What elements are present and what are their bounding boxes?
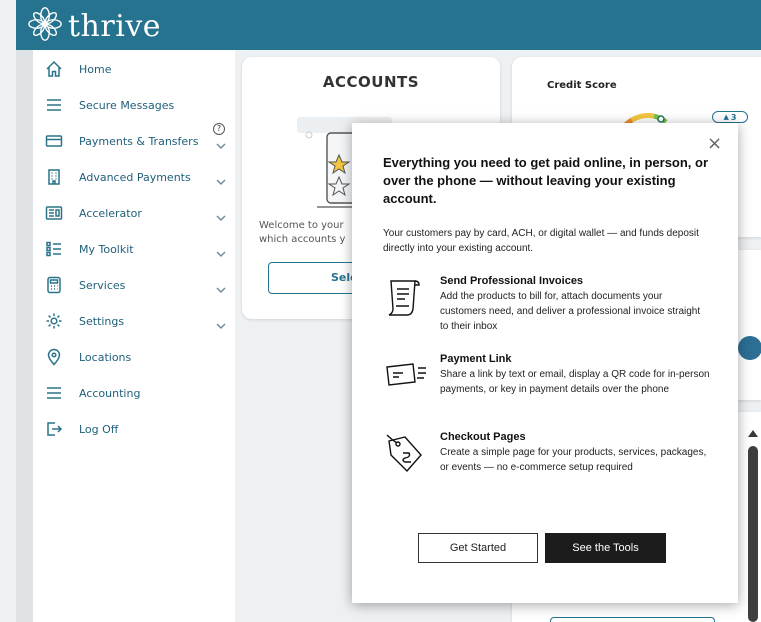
see-the-tools-button[interactable]: See the Tools [545, 533, 666, 563]
card-icon [45, 132, 63, 150]
feature-text: Share a link by text or email, display a… [440, 369, 710, 395]
chevron-down-icon [216, 172, 228, 185]
location-pin-icon [45, 348, 63, 366]
credit-score-title: Credit Score [547, 80, 617, 91]
price-tag-icon [383, 431, 427, 475]
gear-icon [45, 312, 63, 330]
notification-count: 3 [730, 112, 737, 122]
building-icon [45, 168, 63, 186]
modal-intro: Your customers pay by card, ACH, or digi… [383, 228, 699, 254]
app-header: thrive [16, 0, 761, 50]
feature-title: Send Professional Invoices [440, 275, 584, 287]
feature-text: Add the products to bill for, attach doc… [440, 291, 701, 332]
logout-icon [45, 420, 63, 438]
sidebar-item-accelerator[interactable]: Accelerator [33, 195, 252, 231]
sidebar-item-label: Advanced Payments [79, 170, 191, 184]
payment-card-icon [383, 353, 427, 397]
chat-icon[interactable] [738, 336, 761, 360]
feature-text: Create a simple page for your products, … [440, 447, 707, 473]
logo[interactable]: thrive [28, 6, 161, 46]
chevron-down-icon [216, 316, 228, 329]
bottom-button-edge[interactable] [550, 617, 715, 622]
notification-badge[interactable]: ▲ 3 [712, 111, 748, 123]
sidebar: Home Secure Messages Payments & Transfer… [33, 50, 252, 622]
flower-logo-icon [28, 7, 62, 45]
sidebar-item-label: Log Off [79, 422, 119, 436]
invoice-icon [383, 275, 427, 319]
menu-icon [45, 96, 63, 114]
sidebar-item-label: Accelerator [79, 206, 142, 220]
sidebar-item-label: My Toolkit [79, 242, 134, 256]
sidebar-item-label: Home [79, 62, 112, 76]
accounts-title: ACCOUNTS [322, 73, 420, 91]
calculator-icon [45, 276, 63, 294]
bell-icon: ▲ [723, 113, 729, 121]
sidebar-item-label: Locations [79, 350, 132, 364]
sidebar-item-services[interactable]: Services [33, 267, 252, 303]
sidebar-item-label: Payments & Transfers [79, 134, 199, 148]
menu-icon [45, 384, 63, 402]
sidebar-item-label: Settings [79, 314, 125, 328]
logo-text: thrive [68, 8, 162, 44]
help-icon[interactable]: ? [213, 123, 225, 135]
chevron-down-icon [216, 244, 228, 257]
scrollbar-thumb[interactable] [748, 446, 758, 622]
sidebar-item-home[interactable]: Home [33, 51, 252, 87]
chevron-down-icon [216, 280, 228, 293]
close-icon[interactable]: × [707, 133, 722, 154]
sidebar-item-log-off[interactable]: Log Off [33, 411, 252, 447]
chevron-down-icon [216, 136, 228, 149]
home-icon [45, 60, 63, 78]
feature-title: Checkout Pages [440, 431, 526, 443]
scroll-up-arrow-icon[interactable] [748, 430, 758, 437]
sidebar-item-label: Services [79, 278, 126, 292]
promo-modal: × Everything you need to get paid online… [352, 123, 738, 603]
sidebar-item-my-toolkit[interactable]: My Toolkit [33, 231, 252, 267]
sidebar-item-accounting[interactable]: Accounting [33, 375, 252, 411]
screen-icon [45, 204, 63, 222]
list-icon [45, 240, 63, 258]
chevron-down-icon [216, 208, 228, 221]
modal-heading: Everything you need to get paid online, … [383, 155, 709, 206]
get-started-button[interactable]: Get Started [418, 533, 538, 563]
sidebar-item-locations[interactable]: Locations [33, 339, 252, 375]
sidebar-item-advanced-payments[interactable]: Advanced Payments [33, 159, 252, 195]
feature-title: Payment Link [440, 353, 512, 365]
sidebar-item-label: Secure Messages [79, 98, 175, 112]
sidebar-item-settings[interactable]: Settings [33, 303, 252, 339]
left-edge [0, 0, 16, 622]
sidebar-item-secure-messages[interactable]: Secure Messages [33, 87, 252, 123]
sidebar-item-label: Accounting [79, 386, 141, 400]
